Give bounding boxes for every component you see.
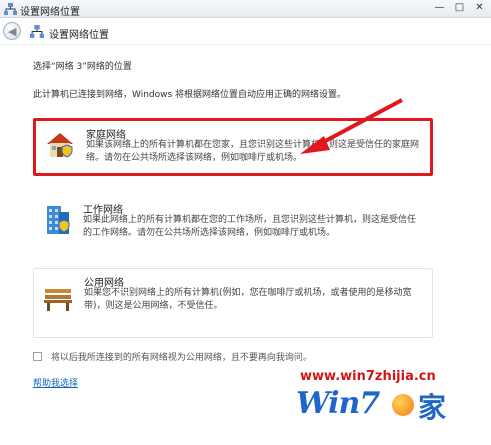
help-me-choose-link[interactable]: 帮助我选择 [33, 376, 78, 389]
content-pane: 选择“网络 3”网络的位置 此计算机已连接到网络，Windows 将根据网络位置… [0, 46, 491, 445]
red-arrow-annotation [300, 98, 403, 154]
option-description: 如果您不识别网络上的所有计算机(例如，您在咖啡厅或机场，或者使用的是移动宽带)，… [84, 288, 412, 311]
office-building-icon [47, 206, 70, 234]
back-button[interactable]: ◀ [3, 22, 21, 40]
treat-all-public-checkbox[interactable] [33, 352, 42, 361]
close-button[interactable]: ✕ [472, 2, 487, 15]
window-title: 设置网络位置 [20, 7, 80, 18]
navigation-bar: ◀ 设置网络位置 [0, 19, 491, 45]
windows-orb-icon [392, 394, 414, 416]
watermark-logo-char: 家 [418, 391, 447, 424]
watermark-url: www.win7zhijia.cn [300, 369, 436, 384]
title-bar: 设置网络位置 — □ ✕ [0, 0, 491, 18]
maximize-button[interactable]: □ [452, 2, 467, 15]
watermark-logo-text: Win7 [296, 386, 380, 421]
checkbox-label: 将以后我所连接到的所有网络视为公用网络，且不要再向我询问。 [50, 353, 312, 363]
back-arrow-icon: ◀ [8, 25, 17, 38]
network-icon [30, 25, 44, 38]
instruction-text: 选择“网络 3”网络的位置 [33, 62, 132, 72]
park-bench-icon [44, 289, 72, 311]
house-icon [47, 133, 73, 158]
page-title: 设置网络位置 [49, 30, 109, 41]
watermark-logo: Win7 家 [280, 384, 470, 428]
public-network-option[interactable]: 公用网络 如果您不识别网络上的所有计算机(例如，您在咖啡厅或机场，或者使用的是移… [33, 268, 433, 338]
option-description: 如果此网络上的所有计算机都在您的工作场所，且您识别这些计算机，则这是受信任的工作… [83, 215, 417, 238]
work-network-option[interactable]: 工作网络 如果此网络上的所有计算机都在您的工作场所，且您识别这些计算机，则这是受… [33, 196, 433, 244]
minimize-button[interactable]: — [432, 2, 447, 15]
treat-all-public-checkbox-row[interactable]: 将以后我所连接到的所有网络视为公用网络，且不要再向我询问。 [33, 350, 312, 363]
network-icon [4, 3, 17, 15]
